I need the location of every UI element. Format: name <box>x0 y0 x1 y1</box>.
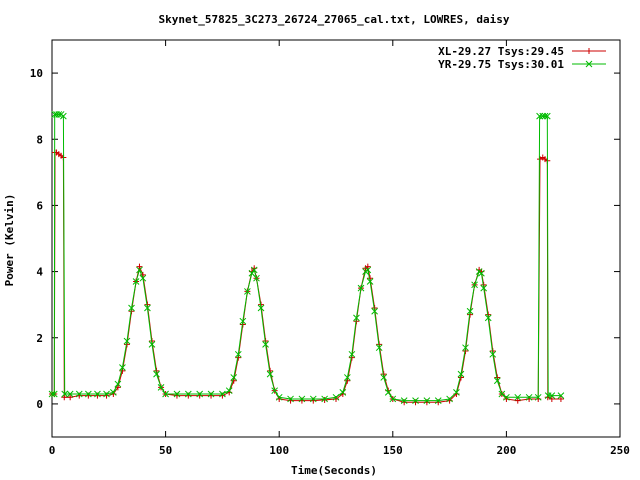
y-axis: 0 2 4 6 8 10 <box>30 67 620 411</box>
series-line <box>52 152 561 403</box>
series-group <box>48 111 565 406</box>
data-point <box>514 397 521 404</box>
x-tick-label: 0 <box>49 444 56 457</box>
plot-frame <box>51 39 621 438</box>
y-tick-label: 10 <box>30 67 43 80</box>
y-tick-label: 4 <box>36 266 43 279</box>
chart-title: Skynet_57825_3C273_26724_27065_cal.txt, … <box>159 13 510 26</box>
y-tick-label: 2 <box>36 332 43 345</box>
legend-label: XL-29.27 Tsys:29.45 <box>438 45 564 58</box>
data-point <box>321 396 328 403</box>
chart: Skynet_57825_3C273_26724_27065_cal.txt, … <box>3 13 630 477</box>
x-tick-label: 100 <box>269 444 289 457</box>
x-tick-label: 150 <box>383 444 403 457</box>
x-tick-label: 50 <box>159 444 172 457</box>
data-point <box>557 395 564 402</box>
x-axis-label: Time(Seconds) <box>291 464 377 477</box>
y-tick-label: 0 <box>36 398 43 411</box>
y-tick-label: 8 <box>36 133 43 146</box>
x-tick-label: 200 <box>496 444 516 457</box>
legend-marker <box>586 48 592 54</box>
legend-label: YR-29.75 Tsys:30.01 <box>438 58 564 71</box>
data-point <box>67 394 74 401</box>
y-axis-label: Power (Kelvin) <box>3 194 16 287</box>
x-tick-label: 250 <box>610 444 630 457</box>
series-line <box>52 113 561 402</box>
y-tick-label: 6 <box>36 199 43 212</box>
legend: XL-29.27 Tsys:29.45YR-29.75 Tsys:30.01 <box>438 45 606 71</box>
